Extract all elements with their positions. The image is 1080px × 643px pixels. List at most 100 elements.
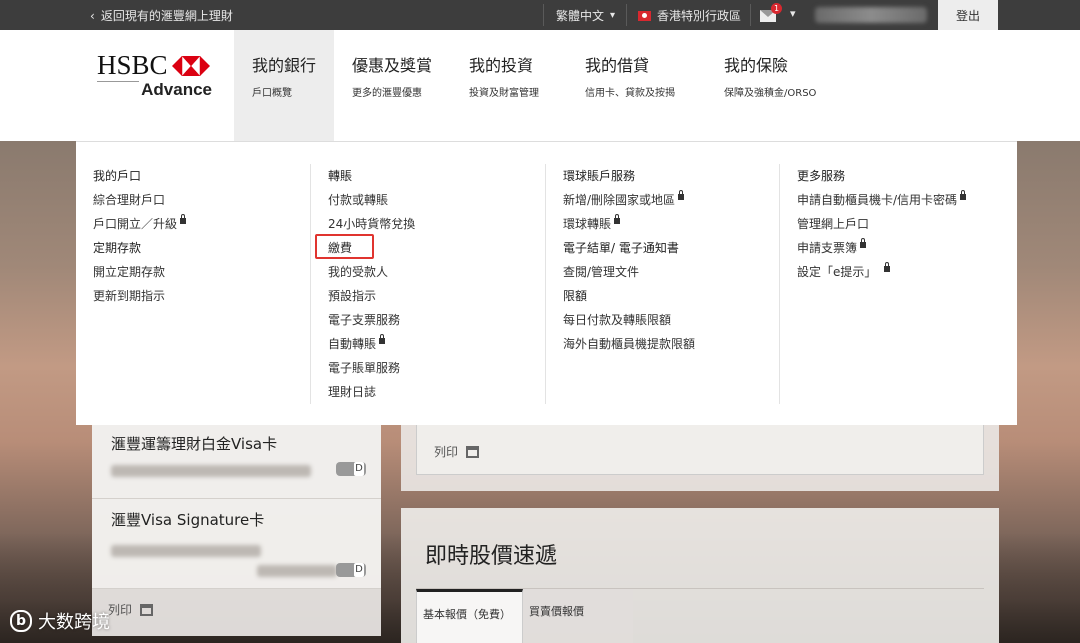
menu-item-label: 自動轉賬 — [328, 337, 377, 351]
mail-count-badge: 1 — [771, 3, 783, 14]
print-panel: 列印 — [401, 425, 999, 491]
nav-subtitle: 戶口概覽 — [252, 88, 292, 99]
menu-item-global-transfer[interactable]: 環球轉賬 — [563, 212, 695, 236]
utility-bar: ‹ 返回現有的滙豐網上理財 繁體中文 ▾ 香港特別行政區 1 ▾ 登出 — [0, 0, 1080, 30]
menu-item-open-upgrade[interactable]: 戶口開立／升級 — [93, 212, 187, 236]
print-link[interactable]: 列印 — [108, 601, 154, 618]
nav-offers-rewards[interactable]: 優惠及獎賞 更多的滙豐優惠 — [352, 30, 432, 141]
lock-icon — [379, 334, 386, 344]
divider — [543, 4, 544, 26]
menu-item-fx-24h[interactable]: 24小時貨幣兌換 — [328, 212, 415, 236]
nav-my-insurance[interactable]: 我的保險 保障及強積金/ORSO — [724, 30, 816, 141]
menu-item-manage-online-account[interactable]: 管理網上戶口 — [797, 212, 966, 236]
account-name-blurred — [815, 7, 927, 23]
card-item[interactable]: 滙豐Visa Signature卡 — [92, 499, 381, 589]
nav-title: 我的保險 — [724, 56, 789, 75]
lock-icon — [884, 262, 891, 272]
menu-item-label: 申請自動櫃員機卡/信用卡密碼 — [797, 193, 958, 207]
logout-button[interactable]: 登出 — [938, 0, 998, 30]
nav-subtitle: 保障及強積金/ORSO — [724, 88, 817, 99]
card-name: 滙豐Visa Signature卡 — [111, 511, 265, 529]
region-selector[interactable]: 香港特別行政區 — [638, 7, 741, 24]
menu-item-my-payees[interactable]: 我的受款人 — [328, 260, 415, 284]
tab-basic-quote[interactable]: 基本報價（免費） — [416, 589, 523, 643]
tab-bid-ask-quote[interactable]: 買賣價報價 — [523, 589, 633, 643]
highlight-box — [315, 234, 374, 259]
stock-panel-title: 即時股價速遞 — [425, 544, 558, 569]
nav-my-banking[interactable]: 我的銀行 戶口概覽 — [234, 30, 334, 141]
column-divider — [310, 164, 311, 404]
menu-item-label: 設定「e提示」 — [797, 265, 877, 279]
chevron-down-icon: ▾ — [610, 10, 616, 21]
region-label: 香港特別行政區 — [657, 9, 742, 23]
printer-icon — [466, 445, 480, 458]
menu-item-finance-diary[interactable]: 理財日誌 — [328, 380, 415, 404]
menu-heading-e-statements[interactable]: 電子結單/ 電子通知書 — [563, 236, 695, 260]
card-item[interactable]: 滙豐運籌理財白金Visa卡 — [92, 425, 381, 499]
watermark-text: 大数跨境 — [38, 612, 111, 633]
menu-heading-my-accounts[interactable]: 我的戶口 — [93, 164, 186, 188]
lock-icon — [860, 238, 867, 248]
print-label: 列印 — [434, 445, 459, 459]
language-label: 繁體中文 — [556, 9, 605, 23]
column-divider — [779, 164, 780, 404]
card-toggle[interactable] — [336, 462, 366, 476]
lock-icon — [180, 214, 187, 224]
menu-item-standing-instructions[interactable]: 預設指示 — [328, 284, 415, 308]
hsbc-advance-logo[interactable]: HSBC Advance — [97, 50, 215, 110]
menu-item-e-bill[interactable]: 電子賬單服務 — [328, 356, 415, 380]
menu-heading-time-deposit[interactable]: 定期存款 — [93, 236, 186, 260]
menu-item-view-documents[interactable]: 查閱/管理文件 — [563, 260, 695, 284]
nav-my-borrowing[interactable]: 我的借貸 信用卡、貸款及按揭 — [585, 30, 675, 141]
card-balance-blurred — [257, 565, 337, 577]
menu-item-e-alerts[interactable]: 設定「e提示」 — [797, 260, 966, 284]
menu-column-global: 環球賬戶服務 新增/刪除國家或地區 環球轉賬 電子結單/ 電子通知書 查閱/管理… — [563, 164, 695, 356]
back-link[interactable]: ‹ 返回現有的滙豐網上理財 — [90, 7, 233, 24]
nav-title: 優惠及獎賞 — [352, 56, 433, 75]
card-number-blurred — [111, 465, 311, 477]
menu-item-label: 新增/刪除國家或地區 — [563, 193, 676, 207]
lock-icon — [678, 190, 685, 200]
menu-item-daily-limits[interactable]: 每日付款及轉賬限額 — [563, 308, 695, 332]
menu-item-label: 戶口開立／升級 — [93, 217, 178, 231]
menu-item-overseas-atm-limits[interactable]: 海外自動櫃員機提款限額 — [563, 332, 695, 356]
card-number-blurred — [111, 545, 261, 557]
menu-item-add-remove-country[interactable]: 新增/刪除國家或地區 — [563, 188, 695, 212]
nav-subtitle: 更多的滙豐優惠 — [352, 88, 422, 99]
watermark: b 大数跨境 — [10, 608, 110, 634]
menu-column-transfers: 轉賬 付款或轉賬 24小時貨幣兌換 繳費 我的受款人 預設指示 電子支票服務 自… — [328, 164, 415, 404]
print-link[interactable]: 列印 — [434, 443, 480, 460]
menu-item-pay-or-transfer[interactable]: 付款或轉賬 — [328, 188, 415, 212]
main-header: HSBC Advance 我的銀行 戶口概覽 優惠及獎賞 更多的滙豐優惠 我的投… — [0, 30, 1080, 141]
menu-item-autopay[interactable]: 自動轉賬 — [328, 332, 415, 356]
stock-quote-panel: 即時股價速遞 基本報價（免費） 買賣價報價 — [401, 508, 999, 643]
menu-heading-limits[interactable]: 限額 — [563, 284, 695, 308]
chevron-down-icon[interactable]: ▾ — [790, 7, 796, 20]
menu-column-accounts: 我的戶口 綜合理財戶口 戶口開立／升級 定期存款 開立定期存款 更新到期指示 — [93, 164, 187, 308]
menu-heading-global-services[interactable]: 環球賬戶服務 — [563, 164, 695, 188]
menu-heading-transfers[interactable]: 轉賬 — [328, 164, 415, 188]
watermark-logo-icon: b — [10, 610, 33, 632]
menu-item-maturity-instructions[interactable]: 更新到期指示 — [93, 284, 186, 308]
menu-heading-more-services[interactable]: 更多服務 — [797, 164, 966, 188]
nav-subtitle: 信用卡、貸款及按揭 — [585, 88, 675, 99]
divider — [750, 4, 751, 26]
credit-cards-panel: 滙豐運籌理財白金Visa卡 滙豐Visa Signature卡 列印 — [92, 425, 381, 636]
hong-kong-flag-icon — [638, 10, 651, 21]
menu-column-more: 更多服務 申請自動櫃員機卡/信用卡密碼 管理網上戶口 申請支票簿 設定「e提示」 — [797, 164, 967, 284]
nav-my-investments[interactable]: 我的投資 投資及財富管理 — [469, 30, 539, 141]
logo-sub: Advance — [141, 80, 212, 99]
mailbox-button[interactable]: 1 — [760, 3, 783, 25]
menu-item-cheque-book[interactable]: 申請支票簿 — [797, 236, 966, 260]
nav-title: 我的投資 — [469, 56, 534, 75]
menu-item-integrated-account[interactable]: 綜合理財戶口 — [93, 188, 186, 212]
menu-item-label: 申請支票簿 — [797, 241, 858, 255]
chevron-left-icon: ‹ — [90, 8, 95, 23]
card-toggle[interactable] — [336, 563, 366, 577]
nav-title: 我的借貸 — [585, 56, 650, 75]
menu-item-pin-request[interactable]: 申請自動櫃員機卡/信用卡密碼 — [797, 188, 967, 212]
language-selector[interactable]: 繁體中文 ▾ — [556, 7, 615, 24]
menu-item-open-time-deposit[interactable]: 開立定期存款 — [93, 260, 186, 284]
stock-tabs: 基本報價（免費） 買賣價報價 — [416, 588, 984, 643]
menu-item-e-cheque[interactable]: 電子支票服務 — [328, 308, 415, 332]
